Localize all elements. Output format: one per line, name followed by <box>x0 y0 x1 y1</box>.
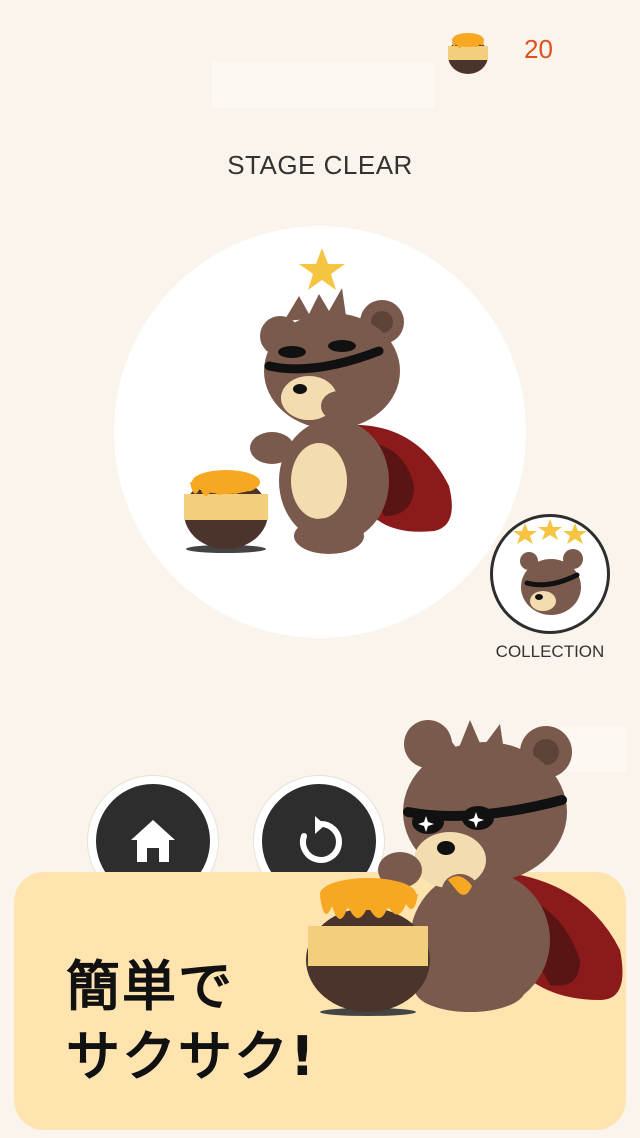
stage-clear-title: STAGE CLEAR <box>227 150 413 180</box>
collection-bear-icon <box>513 519 587 615</box>
home-icon <box>131 820 175 862</box>
promo-line-1: 簡単で <box>66 955 234 1018</box>
honey-count: 20 <box>524 34 553 64</box>
promo-bear-illustration <box>306 720 623 1016</box>
collection-star-icon <box>513 523 537 544</box>
collection-button[interactable] <box>490 514 610 634</box>
honey-pot-icon <box>448 33 488 74</box>
promo-line-2: サクサク! <box>66 1025 317 1088</box>
honey-counter: 20 <box>440 22 580 78</box>
collection-label: COLLECTION <box>495 642 605 661</box>
bear-hero-illustration <box>184 248 452 554</box>
collection-star-icon <box>538 519 562 540</box>
earned-star-icon <box>299 248 345 290</box>
collection-star-icon <box>563 523 587 544</box>
top-banner-placeholder <box>212 62 434 108</box>
result-character-panel <box>114 226 526 638</box>
